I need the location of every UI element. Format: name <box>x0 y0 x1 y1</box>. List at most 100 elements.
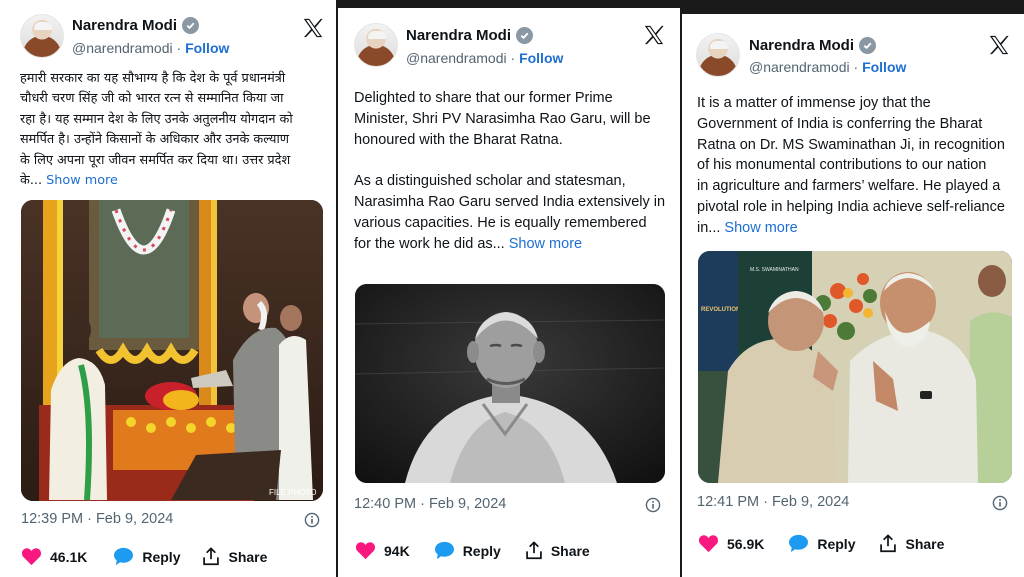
like-count: 46.1K <box>50 548 88 565</box>
post-text-tail: के... <box>20 173 43 189</box>
reply-button[interactable]: Reply <box>788 534 855 553</box>
post-text-line: रहा है। यह सम्मान देश के लिए उनके अतुलनी… <box>20 111 293 127</box>
post-text-line: of his monumental contributions to our n… <box>697 157 987 174</box>
post-text-line: honoured with the Bharat Ratna. <box>354 131 563 148</box>
post-photo[interactable] <box>355 284 665 483</box>
action-bar: 94K Reply Share <box>355 541 590 560</box>
post-text-line: समर्पित है। उन्होंने किसानों के अधिकार औ… <box>20 132 290 148</box>
action-bar: 56.9K Reply Share <box>698 534 944 553</box>
post-text-line: Ratna on Dr. MS Swaminathan Ji, in recog… <box>697 136 1005 153</box>
author-name[interactable]: Narendra Modi <box>406 27 511 44</box>
photo-tribute-scene: FILE PHOTO <box>21 200 323 501</box>
post-text-line-last: for the work he did as... Show more <box>354 234 672 255</box>
author-handle[interactable]: @narendramodi <box>406 50 507 66</box>
reply-button[interactable]: Reply <box>113 547 180 566</box>
reply-bubble-icon <box>114 547 134 566</box>
share-button[interactable]: Share <box>879 534 944 553</box>
info-icon[interactable] <box>992 495 1008 511</box>
photo-watermark: FILE PHOTO <box>269 488 316 497</box>
share-button[interactable]: Share <box>202 547 267 566</box>
follow-button[interactable]: Follow <box>862 59 906 75</box>
author-handle[interactable]: @narendramodi <box>749 59 850 75</box>
photo-sign-heading: M.S. SWAMINATHAN <box>750 267 799 273</box>
reply-label: Reply <box>817 535 856 552</box>
post-photo[interactable]: REVOLUTION M.S. SWAMINATHAN <box>698 251 1012 483</box>
show-more-link[interactable]: Show more <box>509 236 582 252</box>
post-text-line: pivotal role in helping India achieve se… <box>697 198 1005 215</box>
post-timestamp[interactable]: 12:40 PM · Feb 9, 2024 <box>354 496 506 512</box>
reply-bubble-icon <box>434 541 454 560</box>
handle-row: @narendramodi · Follow <box>72 40 229 56</box>
post-card-swaminathan: Narendra Modi @narendramodi · Follow It … <box>682 14 1024 577</box>
post-text: Delighted to share that our former Prime… <box>354 88 672 254</box>
handle-row: @narendramodi · Follow <box>406 50 563 66</box>
post-card-charan-singh: Narendra Modi @narendramodi · Follow हमा… <box>0 0 336 577</box>
post-text-line: It is a matter of immense joy that the <box>697 95 931 111</box>
share-icon <box>203 547 220 566</box>
info-icon[interactable] <box>304 512 320 528</box>
verified-badge-icon <box>182 17 200 34</box>
like-count: 94K <box>384 542 410 559</box>
post-text-line: Government of India is conferring the Bh… <box>697 115 983 132</box>
post-text: It is a matter of immense joy that the G… <box>697 93 1019 239</box>
post-text-line: Minister, Shri PV Narasimha Rao Garu, wi… <box>354 110 651 127</box>
verified-badge-icon <box>516 27 534 44</box>
avatar[interactable] <box>696 33 740 77</box>
post-timestamp[interactable]: 12:41 PM · Feb 9, 2024 <box>697 494 849 510</box>
x-logo-icon[interactable] <box>643 24 665 46</box>
heart-icon <box>21 548 42 566</box>
post-text-line: चौधरी चरण सिंह जी को भारत रत्न से सम्मान… <box>20 91 284 107</box>
heart-icon <box>698 535 719 553</box>
share-icon <box>880 534 897 553</box>
post-text-line-last: के... Show more <box>20 171 322 191</box>
photo-book-title: REVOLUTION <box>701 307 740 313</box>
avatar[interactable] <box>20 14 64 58</box>
author-name[interactable]: Narendra Modi <box>72 17 177 34</box>
verified-badge-icon <box>859 37 877 54</box>
x-logo-icon[interactable] <box>988 34 1010 56</box>
separator-dot: · <box>853 59 859 75</box>
post-text-line-last: in... Show more <box>697 218 1019 239</box>
share-label: Share <box>228 548 268 565</box>
reply-button[interactable]: Reply <box>434 541 501 560</box>
post-text-line: Narasimha Rao Garu served India extensiv… <box>354 193 666 210</box>
show-more-link[interactable]: Show more <box>46 173 118 188</box>
separator-dot: · <box>510 50 516 66</box>
author-name[interactable]: Narendra Modi <box>749 37 854 54</box>
post-text-tail: in... <box>697 219 721 236</box>
post-text-line: हमारी सरकार का यह सौभाग्य है कि देश के प… <box>20 71 286 86</box>
like-button[interactable]: 94K <box>355 541 410 560</box>
avatar[interactable] <box>354 23 398 67</box>
follow-button[interactable]: Follow <box>185 40 229 56</box>
post-text-line: Delighted to share that our former Prime <box>354 90 613 106</box>
post-text-line: के लिए अपना पूरा जीवन समर्पित कर दिया था… <box>20 152 291 168</box>
share-label: Share <box>550 542 590 559</box>
share-label: Share <box>905 535 945 552</box>
follow-button[interactable]: Follow <box>519 50 563 66</box>
reply-bubble-icon <box>789 534 809 553</box>
post-text-line: As a distinguished scholar and statesman… <box>354 173 626 190</box>
post-text-line: various capacities. He is equally rememb… <box>354 214 647 231</box>
post-card-narasimha-rao: Narendra Modi @narendramodi · Follow Del… <box>338 8 680 577</box>
heart-icon <box>355 542 376 560</box>
post-text-line: in agriculture and farmers’ welfare. He … <box>697 178 1001 195</box>
post-text-tail: for the work he did as... <box>354 235 505 252</box>
post-photo[interactable]: FILE PHOTO <box>21 200 323 501</box>
share-button[interactable]: Share <box>525 541 590 560</box>
like-count: 56.9K <box>727 535 765 552</box>
info-icon[interactable] <box>645 497 661 513</box>
author-handle[interactable]: @narendramodi <box>72 40 173 56</box>
like-button[interactable]: 56.9K <box>698 534 764 553</box>
reply-label: Reply <box>462 542 501 559</box>
separator-dot: · <box>176 40 182 56</box>
show-more-link[interactable]: Show more <box>724 220 797 236</box>
post-text: हमारी सरकार का यह सौभाग्य है कि देश के प… <box>20 69 322 191</box>
action-bar: 46.1K Reply Share <box>21 547 267 566</box>
reply-label: Reply <box>142 548 181 565</box>
like-button[interactable]: 46.1K <box>21 547 87 566</box>
post-timestamp[interactable]: 12:39 PM · Feb 9, 2024 <box>21 511 173 527</box>
photo-greeting-scene: REVOLUTION M.S. SWAMINATHAN <box>698 251 1012 483</box>
handle-row: @narendramodi · Follow <box>749 59 906 75</box>
x-logo-icon[interactable] <box>302 17 324 39</box>
